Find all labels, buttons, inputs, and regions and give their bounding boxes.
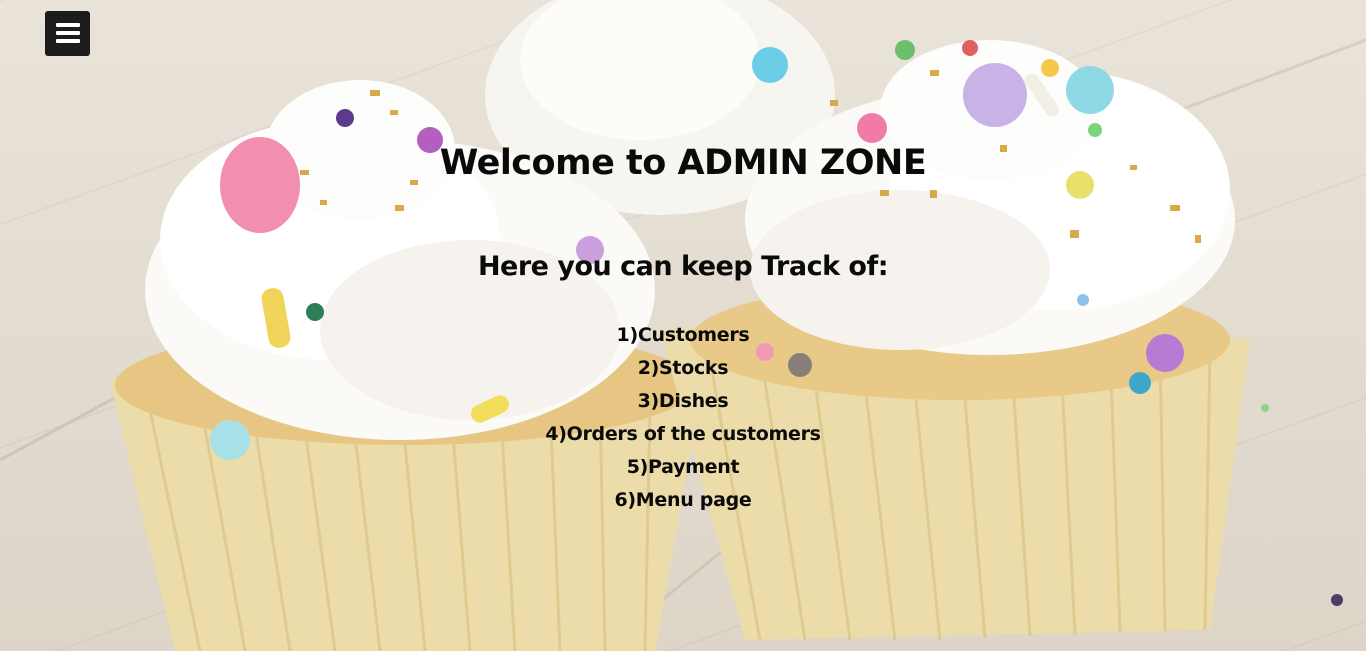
list-item-stocks: 2)Stocks: [637, 357, 729, 379]
menu-toggle-button[interactable]: [45, 11, 90, 56]
list-item-orders: 4)Orders of the customers: [545, 423, 821, 445]
hamburger-menu-icon: [56, 23, 80, 27]
track-list: 1)Customers 2)Stocks 3)Dishes 4)Orders o…: [0, 319, 1366, 517]
hamburger-menu-icon-bar: [56, 39, 80, 43]
list-item-payment: 5)Payment: [626, 456, 740, 478]
page-subtitle: Here you can keep Track of:: [477, 251, 889, 282]
list-item-menu-page: 6)Menu page: [614, 489, 752, 511]
page-title: Welcome to ADMIN ZONE: [439, 143, 927, 183]
hamburger-menu-icon-bar: [56, 31, 80, 35]
list-item-dishes: 3)Dishes: [637, 390, 729, 412]
list-item-customers: 1)Customers: [616, 324, 750, 346]
